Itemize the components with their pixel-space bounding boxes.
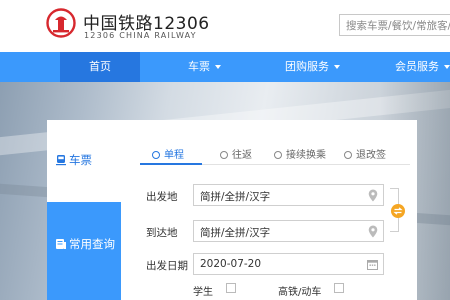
trip-tab-refund-change[interactable]: 退改签 xyxy=(344,146,386,161)
active-tab-indicator xyxy=(140,163,202,165)
departure-date-input[interactable]: 2020-07-20 xyxy=(193,253,384,275)
chevron-down-icon xyxy=(444,65,450,69)
to-placeholder: 简拼/全拼/汉字 xyxy=(200,227,271,239)
high-speed-label: 高铁/动车 xyxy=(278,287,322,298)
location-pin-icon xyxy=(368,225,378,238)
from-label: 出发地 xyxy=(146,191,178,203)
nav-item-member-service[interactable]: 会员服务 xyxy=(395,52,450,82)
site-subtitle: 12306 CHINA RAILWAY xyxy=(84,31,197,40)
railway-logo-icon[interactable] xyxy=(46,8,76,38)
transfer-circle-icon xyxy=(274,151,282,159)
to-label: 到达地 xyxy=(146,227,178,239)
swap-arrows-icon xyxy=(393,207,403,215)
refund-circle-icon xyxy=(344,151,352,159)
trip-tab-label: 单程 xyxy=(164,150,184,161)
high-speed-checkbox[interactable] xyxy=(334,283,344,293)
trip-tab-label: 往返 xyxy=(232,150,252,161)
site-header: 中国铁路12306 12306 CHINA RAILWAY 搜索车票/餐饮/常旅… xyxy=(0,0,450,52)
chevron-down-icon xyxy=(334,65,340,69)
from-placeholder: 简拼/全拼/汉字 xyxy=(200,191,271,203)
side-tab-label: 常用查询 xyxy=(69,237,115,251)
date-value: 2020-07-20 xyxy=(200,258,262,270)
side-tab-label: 车票 xyxy=(69,153,92,167)
student-checkbox[interactable] xyxy=(226,283,236,293)
train-icon xyxy=(56,155,66,166)
chevron-down-icon xyxy=(215,65,221,69)
trip-tab-round-trip[interactable]: 往返 xyxy=(220,146,252,161)
nav-item-label: 车票 xyxy=(188,60,210,73)
side-tab-tickets[interactable]: 车票 xyxy=(47,120,121,202)
nav-item-group-service[interactable]: 团购服务 xyxy=(285,52,340,82)
nav-item-label: 团购服务 xyxy=(285,60,329,73)
arrow-circle-icon xyxy=(220,151,228,159)
arrow-circle-icon xyxy=(152,151,160,159)
from-station-input[interactable]: 简拼/全拼/汉字 xyxy=(193,184,384,206)
nav-item-home[interactable]: 首页 xyxy=(60,52,140,82)
search-input[interactable]: 搜索车票/餐饮/常旅客/相 xyxy=(339,14,450,36)
main-nav: 首页 车票 团购服务 会员服务 xyxy=(0,52,450,82)
swap-stations-button[interactable] xyxy=(391,204,405,218)
nav-item-label: 首页 xyxy=(89,60,111,73)
trip-tab-label: 接续换乘 xyxy=(286,150,326,161)
query-icon xyxy=(56,239,66,249)
nav-item-label: 会员服务 xyxy=(395,60,439,73)
nav-item-tickets[interactable]: 车票 xyxy=(188,52,221,82)
date-label: 出发日期 xyxy=(146,260,188,272)
to-station-input[interactable]: 简拼/全拼/汉字 xyxy=(193,220,384,242)
trip-tab-transfer[interactable]: 接续换乘 xyxy=(274,146,326,161)
search-placeholder: 搜索车票/餐饮/常旅客/相 xyxy=(346,20,450,32)
calendar-icon[interactable] xyxy=(367,259,378,270)
trip-tab-one-way[interactable]: 单程 xyxy=(152,146,184,161)
side-tab-common-queries[interactable]: 常用查询 xyxy=(47,202,121,300)
trip-tab-label: 退改签 xyxy=(356,150,386,161)
student-label: 学生 xyxy=(193,287,213,298)
location-pin-icon xyxy=(368,189,378,202)
